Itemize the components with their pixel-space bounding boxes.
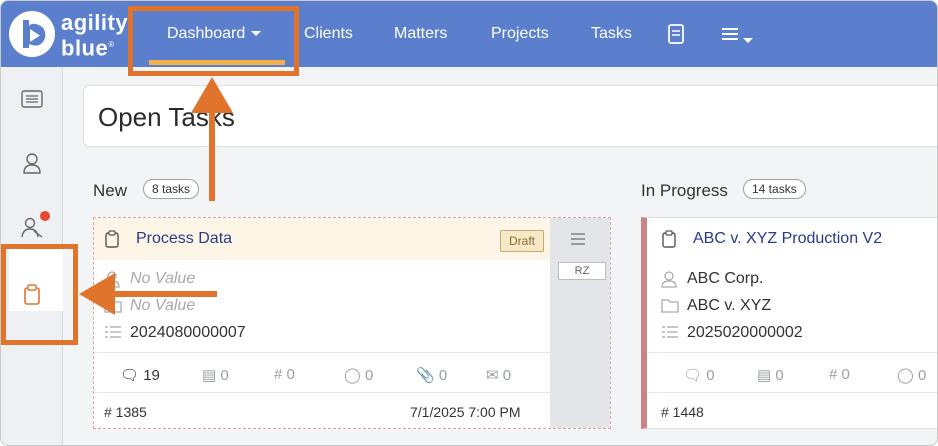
card-divider bbox=[94, 392, 550, 393]
active-tab-underline bbox=[149, 60, 285, 65]
storage-icon: ▤ bbox=[757, 367, 772, 384]
comments-count: 19 bbox=[143, 367, 160, 384]
nav-dashboard-label: Dashboard bbox=[167, 25, 246, 42]
due-date: 7/1/2025 7:00 PM bbox=[410, 404, 521, 420]
dollar-icon: ◯ bbox=[344, 367, 361, 384]
checklist-icon bbox=[661, 324, 679, 345]
matter-value: ABC v. XYZ bbox=[687, 297, 772, 314]
reference-value: 2025020000002 bbox=[687, 324, 803, 341]
client-value: No Value bbox=[130, 270, 196, 287]
storage-stat[interactable]: ▤ 0 bbox=[757, 366, 784, 384]
page-header-card: Open Tasks bbox=[83, 85, 937, 147]
card-divider bbox=[94, 352, 550, 353]
registered-mark: ® bbox=[108, 40, 115, 49]
number-stat[interactable]: # 0 bbox=[274, 366, 295, 383]
comments-count: 0 bbox=[706, 367, 715, 384]
checklist-icon bbox=[104, 324, 122, 345]
billing-stat[interactable]: ◯ 0 bbox=[344, 366, 373, 384]
storage-icon: ▤ bbox=[202, 367, 217, 384]
nav-dashboard[interactable]: Dashboard bbox=[167, 23, 262, 45]
chevron-down-icon bbox=[251, 31, 262, 37]
mail-icon: ✉ bbox=[486, 367, 499, 384]
user-icon[interactable] bbox=[18, 149, 46, 177]
billing-count: 0 bbox=[917, 367, 927, 384]
reference-value: 2024080000007 bbox=[130, 324, 246, 341]
matter-value: No Value bbox=[130, 297, 196, 314]
mail-count: 0 bbox=[502, 367, 512, 384]
list-icon[interactable] bbox=[18, 85, 46, 113]
task-card-title[interactable]: ABC v. XYZ Production V2 bbox=[693, 230, 882, 248]
comments-icon: 🗨 bbox=[120, 367, 140, 384]
nav-projects[interactable]: Projects bbox=[491, 23, 549, 45]
left-sidebar bbox=[1, 67, 63, 445]
nav-tasks[interactable]: Tasks bbox=[591, 23, 632, 45]
mail-stat[interactable]: ✉ 0 bbox=[486, 366, 511, 384]
task-number-text: # 1385 bbox=[104, 404, 147, 420]
number-count: 0 bbox=[841, 366, 850, 383]
logo-word-line2-text: blue bbox=[61, 35, 109, 61]
folder-icon bbox=[104, 297, 122, 318]
task-card-title[interactable]: Process Data bbox=[136, 230, 232, 248]
comments-stat[interactable]: 🗨 0 bbox=[683, 366, 715, 384]
task-number-text: # 1448 bbox=[661, 404, 704, 420]
assignee-initials-badge[interactable]: RZ bbox=[558, 262, 606, 280]
storage-stat[interactable]: ▤ 0 bbox=[202, 366, 229, 384]
user-icon bbox=[104, 270, 120, 293]
attachments-count: 0 bbox=[438, 367, 448, 384]
storage-count: 0 bbox=[775, 367, 784, 384]
column-title-in-progress: In Progress bbox=[641, 181, 728, 200]
clipboard-icon bbox=[104, 230, 120, 253]
billing-stat[interactable]: ◯ 0 bbox=[897, 366, 926, 384]
top-navbar: agility blue® Dashboard Clients Matters … bbox=[1, 1, 937, 76]
clipboard-icon bbox=[661, 230, 677, 253]
nav-clients[interactable]: Clients bbox=[304, 23, 353, 45]
nav-matters[interactable]: Matters bbox=[394, 23, 447, 45]
attachments-stat[interactable]: 📎 0 bbox=[416, 366, 447, 384]
hash-icon: # bbox=[274, 366, 283, 383]
paperclip-icon: 📎 bbox=[416, 367, 435, 384]
clipboard-icon[interactable] bbox=[18, 281, 46, 309]
status-badge-draft: Draft bbox=[500, 230, 544, 252]
hamburger-menu-icon[interactable] bbox=[570, 232, 586, 251]
comments-stat[interactable]: 🗨 19 bbox=[120, 366, 160, 384]
notification-dot bbox=[40, 211, 50, 221]
client-value: ABC Corp. bbox=[687, 270, 764, 287]
document-icon[interactable] bbox=[667, 23, 685, 52]
folder-icon bbox=[661, 297, 679, 318]
app-window: agility blue® Dashboard Clients Matters … bbox=[0, 0, 938, 446]
task-card-abc-production[interactable]: ABC v. XYZ Production V2 ABC Corp. ABC v… bbox=[641, 217, 937, 429]
number-stat[interactable]: # 0 bbox=[829, 366, 850, 383]
logo-word-line2: blue® bbox=[61, 34, 115, 59]
task-count-badge-in-progress: 14 tasks bbox=[743, 179, 806, 199]
number-count: 0 bbox=[286, 366, 295, 383]
card-divider bbox=[647, 392, 937, 393]
comments-icon: 🗨 bbox=[683, 367, 703, 384]
page-title: Open Tasks bbox=[98, 102, 235, 132]
chevron-down-icon bbox=[743, 38, 753, 44]
user-icon bbox=[661, 270, 677, 293]
storage-count: 0 bbox=[220, 367, 229, 384]
agility-blue-logo[interactable]: agility blue® bbox=[9, 9, 129, 59]
billing-count: 0 bbox=[364, 367, 374, 384]
logo-word-line1: agility bbox=[61, 10, 129, 35]
logo-mark-icon bbox=[9, 11, 55, 57]
dollar-icon: ◯ bbox=[897, 367, 914, 384]
hash-icon: # bbox=[829, 366, 838, 383]
task-card-process-data[interactable]: Process Data Draft RZ No Value No Value … bbox=[93, 217, 611, 429]
task-number[interactable]: # 1448 bbox=[661, 404, 704, 420]
card-divider bbox=[647, 352, 937, 353]
hamburger-menu-icon[interactable] bbox=[720, 23, 753, 52]
task-number[interactable]: # 1385 bbox=[104, 404, 147, 420]
task-count-badge-new: 8 tasks bbox=[143, 179, 200, 199]
column-title-new: New bbox=[93, 181, 128, 200]
